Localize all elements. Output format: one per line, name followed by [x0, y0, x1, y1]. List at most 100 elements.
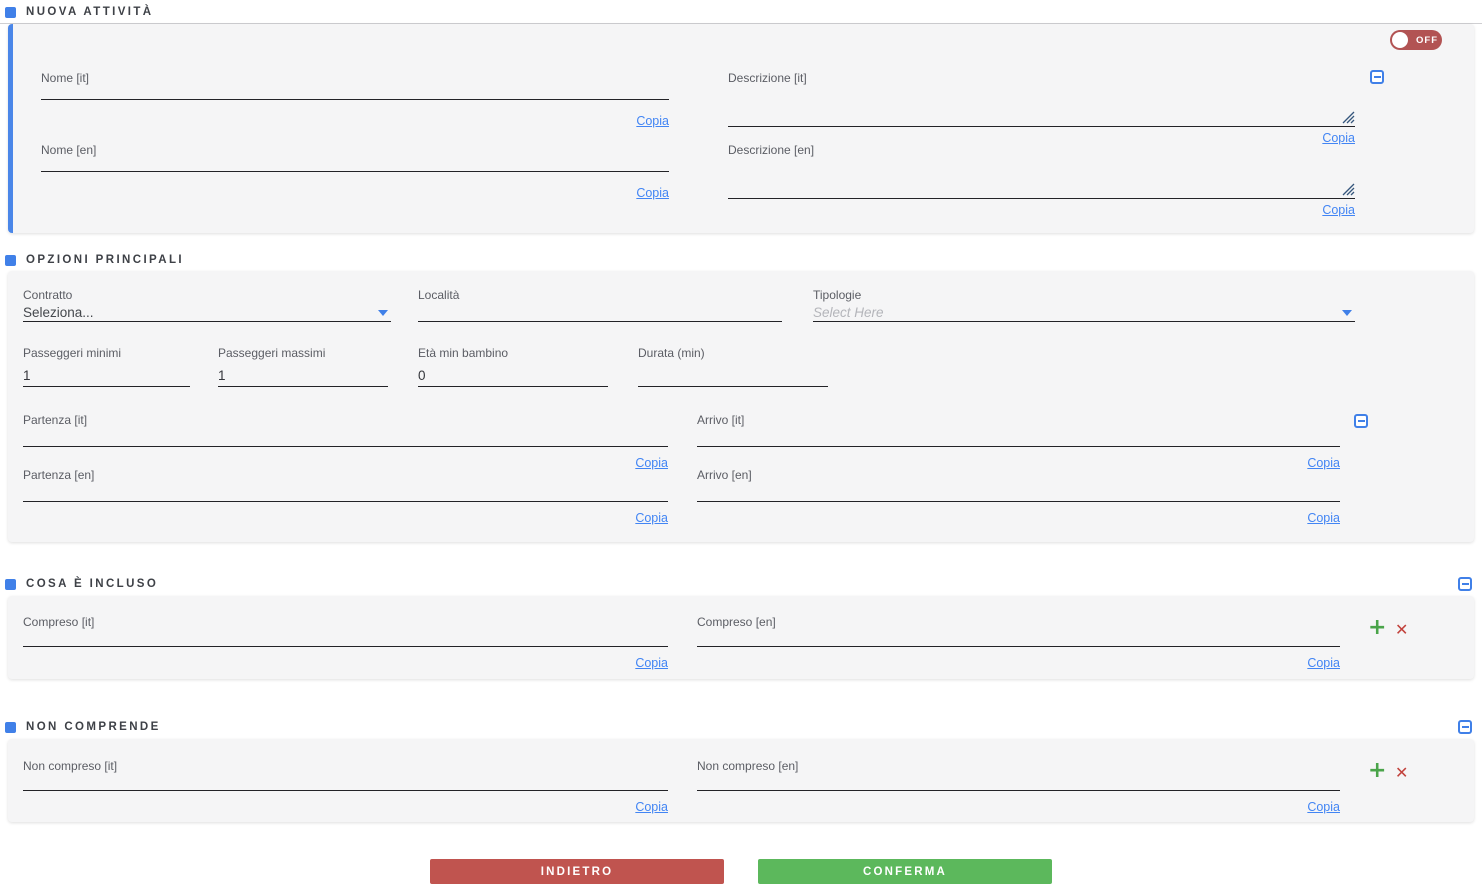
- descrizione-it-label: Descrizione [it]: [728, 72, 1355, 84]
- field-contratto: Contratto Seleziona...: [23, 289, 391, 322]
- add-row-icon[interactable]: +: [1368, 620, 1386, 636]
- section-marker-icon: [5, 7, 16, 18]
- descrizione-it-textarea[interactable]: [728, 84, 1355, 127]
- descrizione-en-textarea[interactable]: [728, 156, 1355, 199]
- non-compreso-en-label: Non compreso [en]: [697, 760, 1340, 772]
- remove-row-icon[interactable]: ✕: [1395, 765, 1408, 781]
- section-header-nuova-attivita: NUOVA ATTIVITÀ: [0, 0, 1482, 24]
- section-title: OPZIONI PRINCIPALI: [26, 254, 184, 266]
- confirm-button[interactable]: CONFERMA: [758, 859, 1052, 884]
- copia-link[interactable]: Copia: [636, 114, 669, 128]
- nome-it-label: Nome [it]: [41, 72, 669, 84]
- partenza-en-label: Partenza [en]: [23, 469, 668, 481]
- arrivo-en-input[interactable]: [697, 481, 1340, 502]
- tipologie-placeholder: Select Here: [813, 305, 884, 320]
- field-compreso-it: Compreso [it] Copia: [23, 616, 668, 672]
- copia-link[interactable]: Copia: [636, 186, 669, 200]
- localita-label: Località: [418, 289, 782, 301]
- nome-it-input[interactable]: [41, 84, 669, 100]
- section-marker-icon: [5, 255, 16, 266]
- eta-min-bambino-label: Età min bambino: [418, 347, 608, 359]
- copia-link[interactable]: Copia: [1307, 456, 1340, 470]
- section-marker-icon: [5, 579, 16, 590]
- card-opzioni-principali: Contratto Seleziona... Località Tipologi…: [8, 271, 1474, 542]
- footer-actions: INDIETRO CONFERMA: [0, 859, 1482, 884]
- copia-link[interactable]: Copia: [1307, 800, 1340, 814]
- arrivo-it-input[interactable]: [697, 426, 1340, 447]
- field-descrizione-en: Descrizione [en] Copia: [728, 144, 1355, 219]
- copia-link[interactable]: Copia: [1307, 511, 1340, 525]
- active-toggle[interactable]: OFF: [1390, 30, 1442, 50]
- partenza-en-input[interactable]: [23, 481, 668, 502]
- tipologie-select[interactable]: Select Here: [813, 305, 1355, 322]
- arrivo-it-label: Arrivo [it]: [697, 414, 1340, 426]
- toggle-state-label: OFF: [1416, 35, 1438, 46]
- field-nome-it: Nome [it] Copia: [41, 72, 669, 130]
- contratto-value: Seleziona...: [23, 305, 94, 320]
- collapse-section-icon[interactable]: [1458, 577, 1472, 591]
- add-row-icon[interactable]: +: [1368, 763, 1386, 779]
- back-button[interactable]: INDIETRO: [430, 859, 724, 884]
- card-cosa-e-incluso: Compreso [it] Copia Compreso [en] Copia …: [8, 596, 1474, 679]
- section-title: NUOVA ATTIVITÀ: [26, 6, 154, 18]
- field-durata-min: Durata (min): [638, 347, 828, 387]
- copia-link[interactable]: Copia: [635, 800, 668, 814]
- field-arrivo-en: Arrivo [en] Copia: [697, 469, 1340, 527]
- field-arrivo-it: Arrivo [it] Copia: [697, 414, 1340, 472]
- field-nome-en: Nome [en] Copia: [41, 144, 669, 202]
- compreso-en-input[interactable]: [697, 628, 1340, 647]
- section-title: NON COMPRENDE: [26, 721, 161, 733]
- eta-min-bambino-input[interactable]: [418, 365, 608, 387]
- passeggeri-massimi-label: Passeggeri massimi: [218, 347, 388, 359]
- copia-link[interactable]: Copia: [1322, 203, 1355, 217]
- copia-link[interactable]: Copia: [635, 456, 668, 470]
- resize-grip-icon[interactable]: [1342, 111, 1355, 124]
- field-compreso-en: Compreso [en] Copia: [697, 616, 1340, 672]
- arrivo-en-label: Arrivo [en]: [697, 469, 1340, 481]
- field-partenza-en: Partenza [en] Copia: [23, 469, 668, 527]
- passeggeri-minimi-label: Passeggeri minimi: [23, 347, 190, 359]
- nome-en-input[interactable]: [41, 156, 669, 172]
- compreso-it-input[interactable]: [23, 628, 668, 647]
- remove-row-icon[interactable]: ✕: [1395, 622, 1408, 638]
- descrizione-en-label: Descrizione [en]: [728, 144, 1355, 156]
- collapse-section-icon[interactable]: [1458, 720, 1472, 734]
- contratto-label: Contratto: [23, 289, 391, 301]
- copia-link[interactable]: Copia: [1307, 656, 1340, 670]
- compreso-en-label: Compreso [en]: [697, 616, 1340, 628]
- non-compreso-it-input[interactable]: [23, 772, 668, 791]
- collapse-partenza-arrivo-icon[interactable]: [1354, 414, 1368, 428]
- partenza-it-label: Partenza [it]: [23, 414, 668, 426]
- non-compreso-en-input[interactable]: [697, 772, 1340, 791]
- field-descrizione-it: Descrizione [it] Copia: [728, 72, 1355, 147]
- copia-link[interactable]: Copia: [635, 511, 668, 525]
- resize-grip-icon[interactable]: [1342, 183, 1355, 196]
- section-header-cosa-e-incluso: COSA È INCLUSO: [0, 571, 1482, 596]
- chevron-down-icon: [378, 310, 388, 316]
- durata-min-label: Durata (min): [638, 347, 828, 359]
- section-marker-icon: [5, 722, 16, 733]
- field-partenza-it: Partenza [it] Copia: [23, 414, 668, 472]
- section-title: COSA È INCLUSO: [26, 578, 158, 590]
- field-non-compreso-en: Non compreso [en] Copia: [697, 760, 1340, 816]
- passeggeri-massimi-input[interactable]: [218, 365, 388, 387]
- partenza-it-input[interactable]: [23, 426, 668, 447]
- card-nuova-attivita: OFF Nome [it] Copia Nome [en] Copia Desc…: [8, 24, 1474, 233]
- copia-link[interactable]: Copia: [1322, 131, 1355, 145]
- durata-min-input[interactable]: [638, 365, 828, 387]
- tipologie-label: Tipologie: [813, 289, 1355, 301]
- copia-link[interactable]: Copia: [635, 656, 668, 670]
- contratto-select[interactable]: Seleziona...: [23, 305, 391, 322]
- field-passeggeri-minimi: Passeggeri minimi: [23, 347, 190, 387]
- toggle-knob-icon: [1392, 32, 1408, 48]
- field-eta-min-bambino: Età min bambino: [418, 347, 608, 387]
- section-header-opzioni-principali: OPZIONI PRINCIPALI: [0, 248, 1482, 271]
- field-tipologie: Tipologie Select Here: [813, 289, 1355, 322]
- field-non-compreso-it: Non compreso [it] Copia: [23, 760, 668, 816]
- non-compreso-it-label: Non compreso [it]: [23, 760, 668, 772]
- collapse-descrizione-icon[interactable]: [1370, 70, 1384, 84]
- localita-input[interactable]: [418, 301, 782, 322]
- passeggeri-minimi-input[interactable]: [23, 365, 190, 387]
- compreso-it-label: Compreso [it]: [23, 616, 668, 628]
- field-localita: Località: [418, 289, 782, 322]
